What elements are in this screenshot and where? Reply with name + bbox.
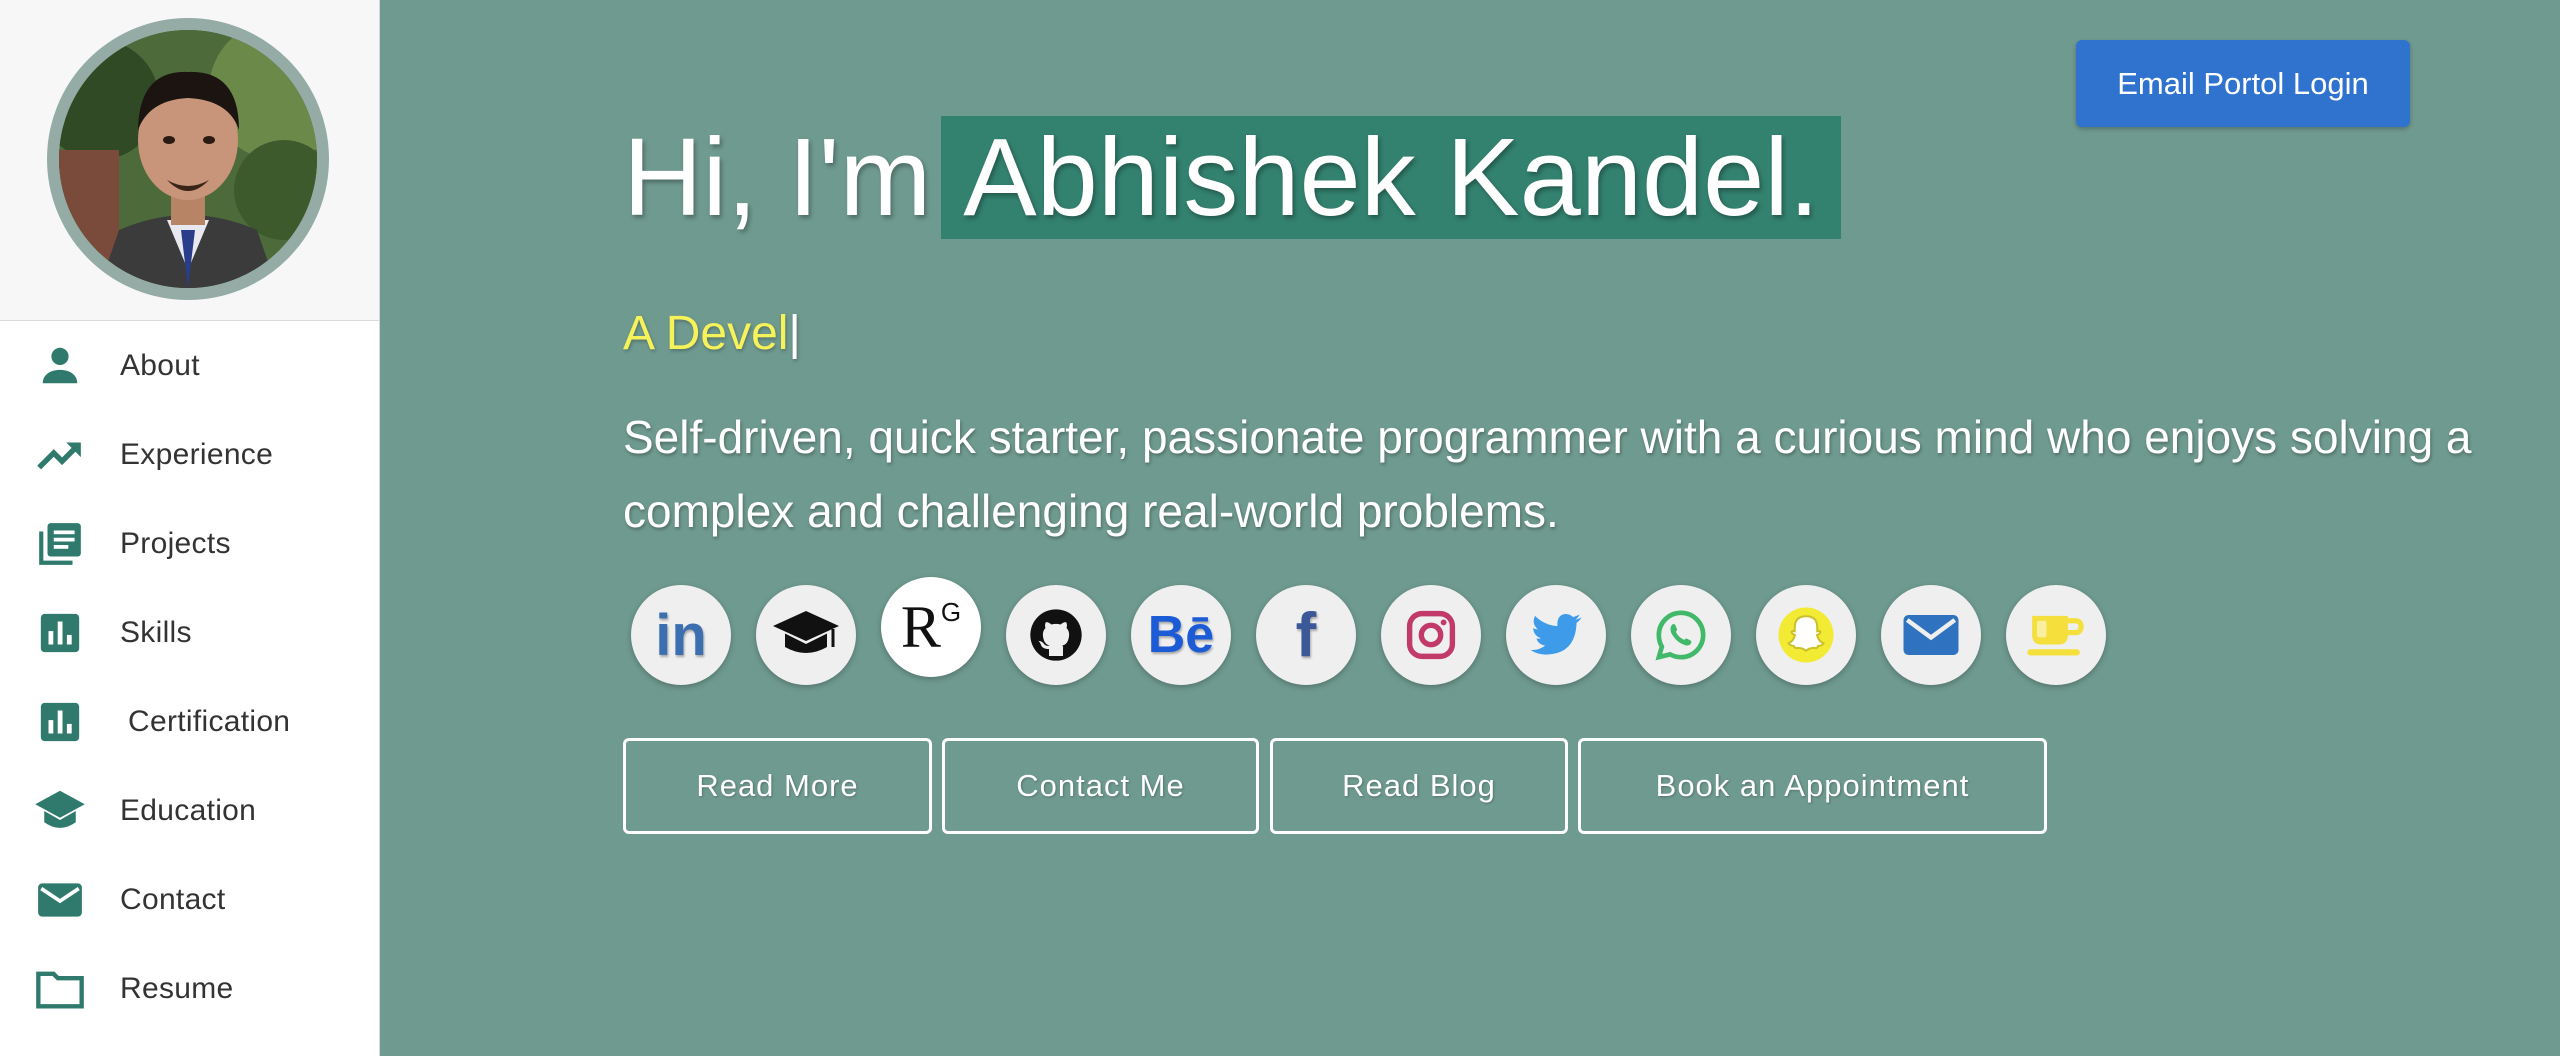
graduation-cap-icon <box>32 783 88 839</box>
sidebar-item-label: Projects <box>120 526 231 560</box>
sidebar-item-label: Contact <box>120 882 226 916</box>
linkedin-glyph: in <box>655 602 707 668</box>
avatar[interactable] <box>47 18 329 300</box>
whatsapp-icon[interactable] <box>1631 585 1731 685</box>
library-books-icon <box>32 516 88 572</box>
researchgate-icon[interactable]: RG <box>881 577 981 677</box>
behance-icon[interactable]: Bē <box>1131 585 1231 685</box>
profile-area <box>0 0 379 321</box>
trending-up-icon <box>32 427 88 483</box>
sidebar-item-label: Education <box>120 793 257 827</box>
github-icon[interactable] <box>1006 585 1106 685</box>
twitter-icon[interactable] <box>1506 585 1606 685</box>
sidebar-nav: About Experience Projects Skills Certifi… <box>0 321 379 1033</box>
linkedin-icon[interactable]: in <box>631 585 731 685</box>
sidebar-item-resume[interactable]: Resume <box>0 944 379 1033</box>
read-more-button[interactable]: Read More <box>623 738 932 834</box>
sidebar-item-certification[interactable]: Certification <box>0 677 379 766</box>
facebook-glyph: f <box>1295 600 1317 670</box>
researchgate-sup: G <box>940 596 962 627</box>
sidebar-item-label: Resume <box>120 971 234 1005</box>
sidebar-item-contact[interactable]: Contact <box>0 855 379 944</box>
sidebar-item-label: Certification <box>128 704 291 738</box>
sidebar-item-experience[interactable]: Experience <box>0 410 379 499</box>
read-blog-button[interactable]: Read Blog <box>1270 738 1568 834</box>
sidebar-item-label: Skills <box>120 615 192 649</box>
sidebar-item-about[interactable]: About <box>0 321 379 410</box>
behance-glyph: Bē <box>1147 606 1215 664</box>
bar-chart-icon <box>32 605 88 661</box>
tagline: Self-driven, quick starter, passionate p… <box>623 411 2472 537</box>
typed-text: A Devel <box>623 307 789 360</box>
folder-icon <box>32 961 88 1017</box>
contact-me-button[interactable]: Contact Me <box>942 738 1259 834</box>
sidebar-item-label: Experience <box>120 437 274 471</box>
typed-role: A Devel| <box>623 306 801 361</box>
hero-name: Abhishek Kandel. <box>941 116 1842 239</box>
hero-greeting: Hi, I'm <box>623 116 932 239</box>
social-links: in RG Bē f <box>631 577 2106 685</box>
email-icon[interactable] <box>1881 585 1981 685</box>
hero-heading: Hi, I'm Abhishek Kandel. <box>623 112 1842 244</box>
snapchat-icon[interactable] <box>1756 585 1856 685</box>
coffee-cup-icon[interactable] <box>2006 585 2106 685</box>
typing-cursor: | <box>788 307 801 360</box>
graduation-cap-icon[interactable] <box>756 585 856 685</box>
sidebar: About Experience Projects Skills Certifi… <box>0 0 380 1056</box>
person-icon <box>32 338 88 394</box>
email-portal-login-button[interactable]: Email Portol Login <box>2076 40 2410 127</box>
mail-icon <box>32 872 88 928</box>
sidebar-item-projects[interactable]: Projects <box>0 499 379 588</box>
hero-section: Email Portol Login Hi, I'm Abhishek Kande… <box>380 0 2560 1056</box>
sidebar-item-skills[interactable]: Skills <box>0 588 379 677</box>
researchgate-glyph: R <box>900 593 941 660</box>
book-appointment-button[interactable]: Book an Appointment <box>1578 738 2047 834</box>
sidebar-item-label: About <box>120 348 200 382</box>
bar-chart-icon <box>32 694 88 750</box>
facebook-icon[interactable]: f <box>1256 585 1356 685</box>
instagram-icon[interactable] <box>1381 585 1481 685</box>
sidebar-item-education[interactable]: Education <box>0 766 379 855</box>
